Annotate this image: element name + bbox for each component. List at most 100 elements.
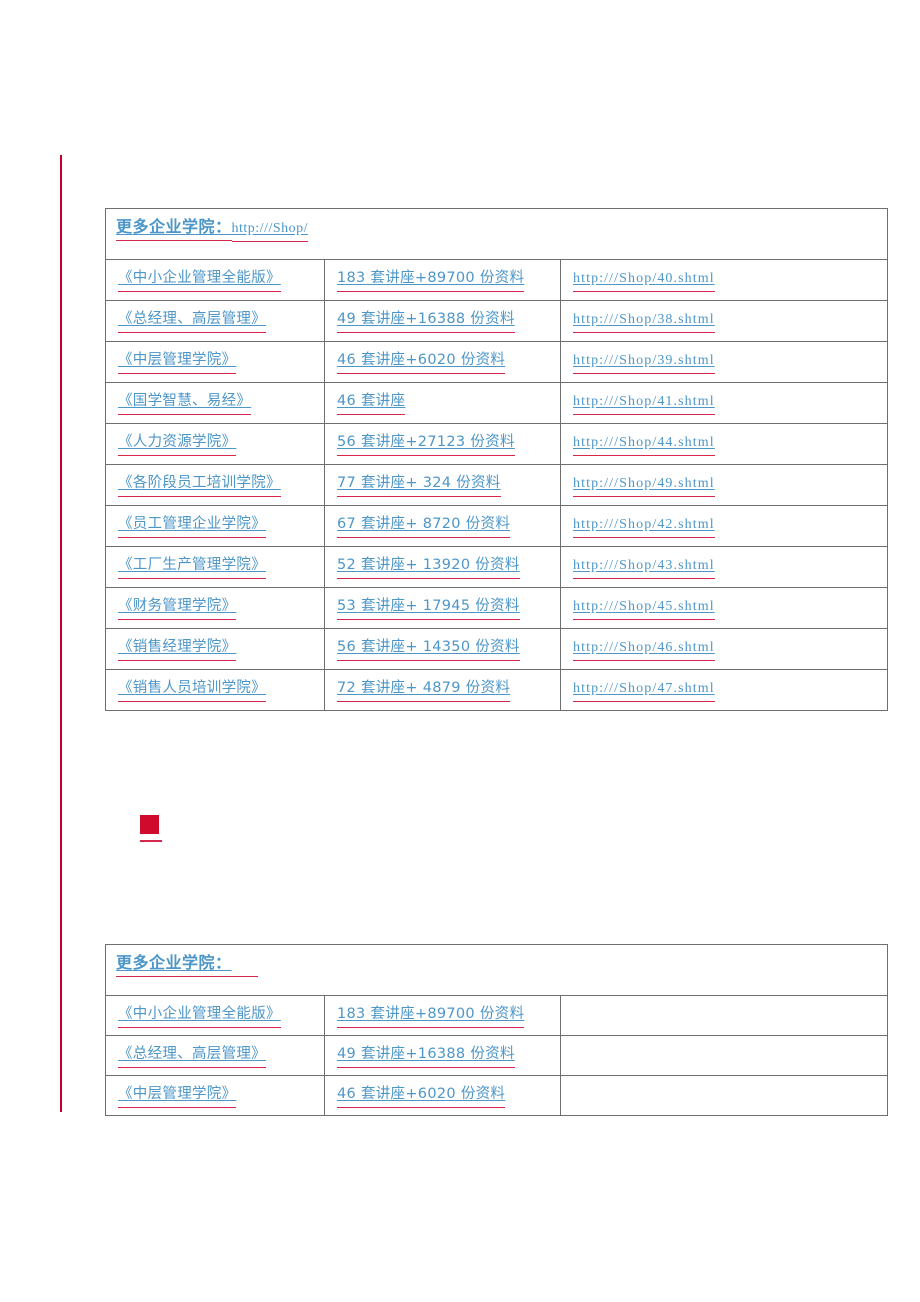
course-name-cell: 《财务管理学院》	[105, 587, 325, 629]
courses-table-secondary: 更多企业学院： 《中小企业管理全能版》 183 套讲座+89700 份资料 《总经…	[104, 944, 889, 1116]
course-counts-cell: 56 套讲座+27123 份资料	[324, 423, 561, 465]
course-counts-text[interactable]: 72 套讲座+ 4879 份资料	[337, 680, 511, 702]
table-header-row: 更多企业学院：http:///Shop/	[104, 208, 889, 260]
red-square-underline	[140, 840, 162, 842]
table-header-title: 更多企业学院：	[116, 953, 258, 978]
course-counts-text[interactable]: 67 套讲座+ 8720 份资料	[337, 516, 511, 538]
table-header-url[interactable]: http:///Shop/	[231, 221, 309, 243]
course-name-text[interactable]: 《国学智慧、易经》	[118, 393, 252, 415]
course-url-cell: http:///Shop/39.shtml	[559, 341, 889, 383]
course-counts-cell: 183 套讲座+89700 份资料	[324, 995, 561, 1036]
course-counts-cell: 77 套讲座+ 324 份资料	[324, 464, 561, 506]
course-name-text[interactable]: 《中小企业管理全能版》	[118, 1006, 281, 1028]
course-name-cell: 《人力资源学院》	[105, 423, 325, 465]
table-row: 《工厂生产管理学院》 52 套讲座+ 13920 份资料 http:///Shop/…	[105, 546, 889, 588]
course-name-cell: 《中小企业管理全能版》	[105, 995, 325, 1036]
course-url-cell: http:///Shop/44.shtml	[559, 423, 889, 465]
course-name-cell: 《总经理、高层管理》	[105, 1035, 325, 1076]
course-url-text[interactable]: http:///Shop/46.shtml	[573, 640, 715, 662]
course-name-text[interactable]: 《工厂生产管理学院》	[118, 557, 266, 579]
course-url-cell: http:///Shop/45.shtml	[559, 587, 889, 629]
table-row: 《人力资源学院》 56 套讲座+27123 份资料 http:///Shop/44.…	[105, 423, 889, 465]
course-counts-cell: 49 套讲座+16388 份资料	[324, 300, 561, 342]
course-counts-text[interactable]: 56 套讲座+ 14350 份资料	[337, 639, 520, 661]
course-counts-cell: 52 套讲座+ 13920 份资料	[324, 546, 561, 588]
table-row: 《中层管理学院》 46 套讲座+6020 份资料 http:///Shop/39.s…	[105, 341, 889, 383]
red-square-icon	[140, 815, 159, 834]
course-counts-text[interactable]: 77 套讲座+ 324 份资料	[337, 475, 501, 497]
course-url-text[interactable]: http:///Shop/42.shtml	[573, 517, 715, 539]
course-counts-text[interactable]: 49 套讲座+16388 份资料	[337, 311, 515, 333]
table-header-cell: 更多企业学院：	[104, 944, 889, 996]
revision-change-bar	[60, 155, 62, 1112]
course-url-text[interactable]: http:///Shop/40.shtml	[573, 271, 715, 293]
course-name-cell: 《中小企业管理全能版》	[105, 259, 325, 301]
course-counts-cell: 72 套讲座+ 4879 份资料	[324, 669, 561, 711]
course-counts-cell: 56 套讲座+ 14350 份资料	[324, 628, 561, 670]
course-name-text[interactable]: 《各阶段员工培训学院》	[118, 475, 281, 497]
course-counts-text[interactable]: 56 套讲座+27123 份资料	[337, 434, 515, 456]
course-counts-cell: 53 套讲座+ 17945 份资料	[324, 587, 561, 629]
table-row: 《各阶段员工培训学院》 77 套讲座+ 324 份资料 http:///Shop/4…	[105, 464, 889, 506]
course-url-text[interactable]: http:///Shop/43.shtml	[573, 558, 715, 580]
course-url-cell: http:///Shop/43.shtml	[559, 546, 889, 588]
table-header-row: 更多企业学院：	[104, 944, 889, 996]
table-row: 《销售经理学院》 56 套讲座+ 14350 份资料 http:///Shop/46…	[105, 628, 889, 670]
course-counts-cell: 183 套讲座+89700 份资料	[324, 259, 561, 301]
course-name-cell: 《各阶段员工培训学院》	[105, 464, 325, 506]
table-row: 《中层管理学院》 46 套讲座+6020 份资料	[105, 1075, 889, 1116]
course-url-cell: http:///Shop/47.shtml	[559, 669, 889, 711]
course-name-text[interactable]: 《总经理、高层管理》	[118, 1046, 266, 1068]
course-name-text[interactable]: 《中层管理学院》	[118, 1086, 237, 1108]
course-counts-text[interactable]: 46 套讲座+6020 份资料	[337, 352, 506, 374]
course-url-cell: http:///Shop/40.shtml	[559, 259, 889, 301]
course-url-text[interactable]: http:///Shop/39.shtml	[573, 353, 715, 375]
course-name-text[interactable]: 《销售经理学院》	[118, 639, 237, 661]
course-name-cell: 《总经理、高层管理》	[105, 300, 325, 342]
table-row: 《国学智慧、易经》 46 套讲座 http:///Shop/41.shtml	[105, 382, 889, 424]
course-name-text[interactable]: 《员工管理企业学院》	[118, 516, 266, 538]
course-url-text[interactable]: http:///Shop/45.shtml	[573, 599, 715, 621]
course-url-text[interactable]: http:///Shop/38.shtml	[573, 312, 715, 334]
table-header-cell: 更多企业学院：http:///Shop/	[104, 208, 889, 260]
course-counts-cell: 46 套讲座+6020 份资料	[324, 341, 561, 383]
table-row: 《财务管理学院》 53 套讲座+ 17945 份资料 http:///Shop/45…	[105, 587, 889, 629]
table-row: 《总经理、高层管理》 49 套讲座+16388 份资料 http:///Shop/3…	[105, 300, 889, 342]
course-counts-text[interactable]: 183 套讲座+89700 份资料	[337, 1006, 525, 1028]
course-counts-cell: 46 套讲座+6020 份资料	[324, 1075, 561, 1116]
course-url-cell	[559, 1075, 889, 1116]
course-counts-text[interactable]: 49 套讲座+16388 份资料	[337, 1046, 515, 1068]
course-url-text[interactable]: http:///Shop/44.shtml	[573, 435, 715, 457]
course-name-text[interactable]: 《财务管理学院》	[118, 598, 237, 620]
course-counts-text[interactable]: 183 套讲座+89700 份资料	[337, 270, 525, 292]
course-url-cell: http:///Shop/49.shtml	[559, 464, 889, 506]
course-url-cell: http:///Shop/42.shtml	[559, 505, 889, 547]
table-header-title: 更多企业学院：	[116, 217, 232, 242]
course-counts-text[interactable]: 53 套讲座+ 17945 份资料	[337, 598, 520, 620]
course-counts-text[interactable]: 46 套讲座+6020 份资料	[337, 1086, 506, 1108]
course-url-cell: http:///Shop/38.shtml	[559, 300, 889, 342]
course-name-text[interactable]: 《人力资源学院》	[118, 434, 237, 456]
course-counts-cell: 46 套讲座	[324, 382, 561, 424]
course-name-text[interactable]: 《中层管理学院》	[118, 352, 237, 374]
course-name-text[interactable]: 《总经理、高层管理》	[118, 311, 266, 333]
table-row: 《中小企业管理全能版》 183 套讲座+89700 份资料 http:///Shop…	[105, 259, 889, 301]
course-counts-cell: 49 套讲座+16388 份资料	[324, 1035, 561, 1076]
course-url-text[interactable]: http:///Shop/47.shtml	[573, 681, 715, 703]
course-name-text[interactable]: 《中小企业管理全能版》	[118, 270, 281, 292]
course-counts-text[interactable]: 52 套讲座+ 13920 份资料	[337, 557, 520, 579]
table-row: 《中小企业管理全能版》 183 套讲座+89700 份资料	[105, 995, 889, 1036]
course-url-text[interactable]: http:///Shop/41.shtml	[573, 394, 715, 416]
table-row: 《员工管理企业学院》 67 套讲座+ 8720 份资料 http:///Shop/4…	[105, 505, 889, 547]
course-url-cell	[559, 1035, 889, 1076]
course-name-cell: 《销售人员培训学院》	[105, 669, 325, 711]
course-url-text[interactable]: http:///Shop/49.shtml	[573, 476, 715, 498]
course-counts-text[interactable]: 46 套讲座	[337, 393, 406, 415]
course-name-cell: 《工厂生产管理学院》	[105, 546, 325, 588]
red-square-bullet	[140, 815, 162, 842]
course-name-cell: 《员工管理企业学院》	[105, 505, 325, 547]
course-name-text[interactable]: 《销售人员培训学院》	[118, 680, 266, 702]
course-url-cell	[559, 995, 889, 1036]
course-name-cell: 《国学智慧、易经》	[105, 382, 325, 424]
course-name-cell: 《中层管理学院》	[105, 1075, 325, 1116]
